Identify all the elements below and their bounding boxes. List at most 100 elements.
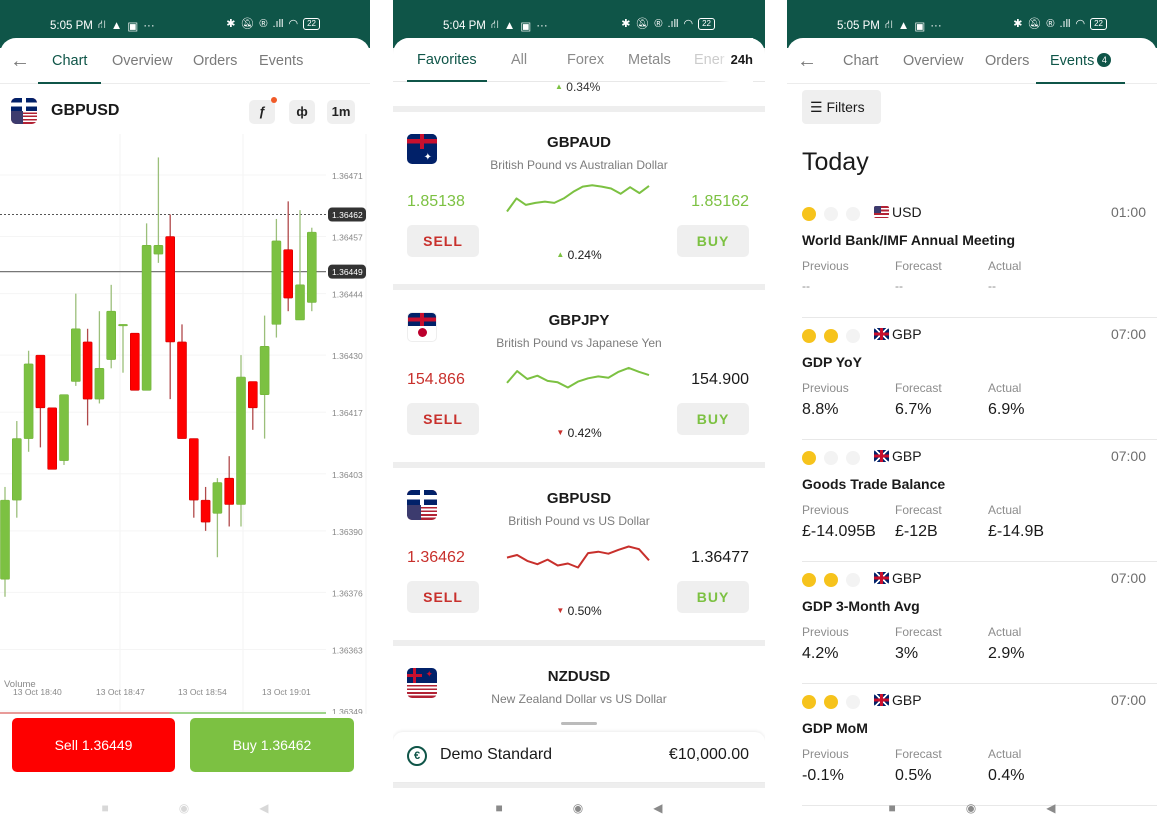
candle-body — [283, 249, 294, 299]
image-icon: ▣ — [520, 20, 532, 33]
actual-label: Actual — [988, 503, 1022, 517]
drag-handle[interactable] — [561, 722, 597, 725]
period-selector[interactable]: 24h — [718, 38, 753, 82]
gbp-usd-flag-icon — [11, 98, 37, 124]
tab-orders[interactable]: Orders — [193, 38, 237, 84]
importance-coin-icon — [846, 207, 860, 221]
tab-metals[interactable]: Metals — [628, 38, 671, 82]
network-icon: ⛙ — [97, 19, 106, 31]
buy-volume-bar — [169, 712, 326, 714]
forecast-label: Forecast — [895, 259, 942, 273]
tab-overview[interactable]: Overview — [903, 38, 963, 84]
importance-coin-icon — [846, 573, 860, 587]
uk-flag-icon — [874, 572, 889, 584]
buy-button[interactable]: BUY — [677, 403, 749, 435]
importance-coin-icon — [802, 207, 816, 221]
instrument-card[interactable]: GBPJPY British Pound vs Japanese Yen 154… — [393, 290, 765, 462]
y-tick-label: 1.36376 — [332, 588, 363, 598]
tab-events[interactable]: Events 4 — [1035, 38, 1126, 84]
actual-value: £-14.9B — [988, 523, 1045, 540]
back-arrow-icon[interactable]: ← — [797, 50, 817, 73]
function-icon: ƒ — [258, 104, 266, 119]
recents-icon[interactable]: ■ — [496, 801, 503, 815]
timeframe-button[interactable]: 1m — [327, 100, 355, 124]
event-item[interactable]: GBP 07:00 Goods Trade Balance Previous F… — [802, 440, 1157, 562]
tab-favorites[interactable]: Favorites — [407, 38, 487, 82]
candle-body — [12, 438, 22, 501]
wifi-icon: ◠ — [1075, 18, 1086, 30]
filters-button[interactable]: ☰ Filters — [802, 90, 881, 124]
indicators-button[interactable]: ƒ — [249, 97, 277, 124]
instrument-tabs: ← Chart Overview Orders Events — [0, 38, 370, 84]
account-bar[interactable]: € Demo Standard €10,000.00 — [393, 732, 765, 782]
y-tick-label: 1.36417 — [332, 408, 363, 418]
importance-coin-icon — [802, 451, 816, 465]
buy-button[interactable]: BUY — [677, 225, 749, 257]
y-tick-label: 1.36349 — [332, 707, 363, 714]
importance-coin-icon — [846, 451, 860, 465]
home-icon[interactable]: ◉ — [179, 801, 189, 815]
importance-coin-icon — [846, 329, 860, 343]
tab-chart[interactable]: Chart — [37, 38, 103, 84]
mute-icon: 🔕︎ — [1027, 18, 1042, 30]
tab-forex[interactable]: Forex — [567, 38, 604, 82]
candle-body — [47, 407, 58, 470]
home-icon[interactable]: ◉ — [966, 801, 976, 815]
importance-indicator — [802, 695, 860, 709]
previous-label: Previous — [802, 381, 849, 395]
back-arrow-icon[interactable]: ← — [10, 50, 30, 73]
sell-button[interactable]: Sell 1.36449 — [12, 718, 175, 772]
event-item[interactable]: GBP 07:00 GDP YoY Previous Forecast Actu… — [802, 318, 1157, 440]
back-nav-icon[interactable]: ◀ — [1046, 801, 1055, 815]
instrument-symbol: GBPUSD — [546, 490, 612, 507]
battery-icon: 22 — [1090, 17, 1107, 30]
actual-value: 6.9% — [988, 401, 1025, 418]
previous-item-tail: ▲ 0.34% — [393, 80, 765, 106]
signal-icon: .ıll — [272, 17, 284, 30]
event-item[interactable]: USD 01:00 World Bank/IMF Annual Meeting … — [802, 196, 1157, 318]
markets-screen: 5:04 PM ⛙ ▲ ▣ ··· ✱ 🔕︎ ® .ıll ◠ 22 Favorites All … — [393, 0, 765, 828]
chart-type-button[interactable]: ф — [289, 100, 315, 124]
wifi-icon: ◠ — [288, 18, 299, 30]
event-name: GDP 3-Month Avg — [802, 598, 920, 614]
ask-price: 1.85162 — [691, 193, 749, 210]
recents-icon[interactable]: ■ — [889, 801, 896, 815]
instrument-card[interactable]: GBPUSD British Pound vs US Dollar 1.3646… — [393, 468, 765, 640]
tab-chart[interactable]: Chart — [843, 38, 878, 84]
actual-label: Actual — [988, 747, 1022, 761]
instrument-card[interactable]: GBPAUD British Pound vs Australian Dolla… — [393, 112, 765, 284]
candlestick-chart[interactable]: 1.36471 1.36457 1.36444 1.36430 1.36417 1.364… — [0, 134, 370, 717]
previous-value: 4.2% — [802, 645, 839, 662]
down-triangle-icon: ▼ — [556, 428, 565, 437]
tab-orders[interactable]: Orders — [985, 38, 1029, 84]
candle-body — [141, 244, 152, 391]
event-currency: GBP — [892, 692, 922, 708]
importance-indicator — [802, 207, 860, 221]
actual-value: 0.4% — [988, 767, 1025, 784]
importance-coin-icon — [824, 573, 838, 587]
candle-body — [0, 499, 10, 580]
ask-price: 1.36477 — [691, 549, 749, 566]
recents-icon[interactable]: ■ — [102, 801, 109, 815]
buy-button[interactable]: Buy 1.36462 — [190, 718, 354, 772]
buy-button[interactable]: BUY — [677, 581, 749, 613]
chart-canvas[interactable]: 1.36471 1.36457 1.36444 1.36430 1.36417 1.364… — [0, 134, 370, 717]
forecast-label: Forecast — [895, 625, 942, 639]
system-nav-bar: ■ ◉ ◀ — [393, 788, 765, 828]
tab-overview[interactable]: Overview — [112, 38, 172, 84]
home-icon[interactable]: ◉ — [573, 801, 583, 815]
battery-icon: 22 — [303, 17, 320, 30]
image-icon: ▣ — [914, 20, 926, 33]
tab-all[interactable]: All — [511, 38, 527, 82]
event-item[interactable]: GBP 07:00 GDP 3-Month Avg Previous Forec… — [802, 562, 1157, 684]
section-title: Today — [802, 148, 869, 176]
event-name: GDP MoM — [802, 720, 868, 736]
candle-body — [271, 240, 282, 325]
back-nav-icon[interactable]: ◀ — [259, 801, 268, 815]
y-tick-label: 1.36444 — [332, 290, 363, 300]
back-nav-icon[interactable]: ◀ — [653, 801, 662, 815]
forecast-value: -- — [895, 279, 903, 293]
tab-events[interactable]: Events — [259, 38, 303, 84]
system-nav-bar: ■ ◉ ◀ — [0, 788, 370, 828]
candle-body — [306, 231, 317, 303]
